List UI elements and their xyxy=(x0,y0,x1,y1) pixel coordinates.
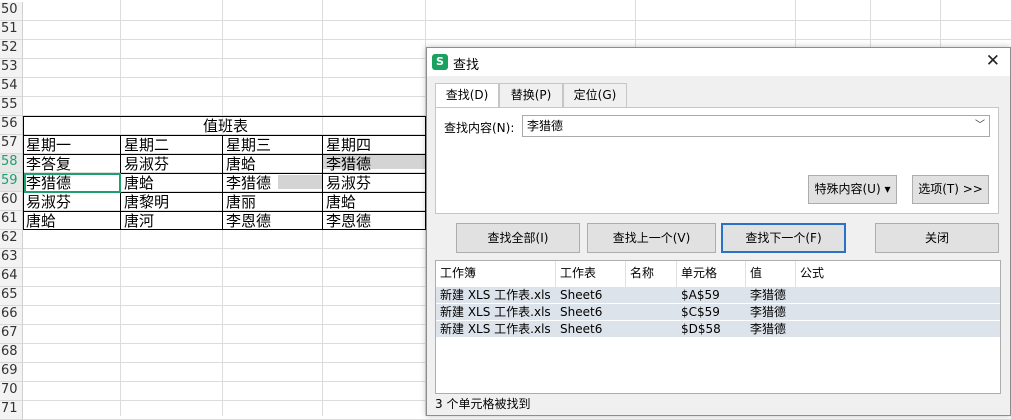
table-cell[interactable]: 李答复 xyxy=(23,155,71,173)
result-sheet: Sheet6 xyxy=(560,305,603,319)
tab-replace[interactable]: 替换(P) xyxy=(499,83,563,107)
dialog-titlebar[interactable]: S 查找 ✕ xyxy=(427,48,1010,76)
row-header-55[interactable]: 55 xyxy=(0,97,23,116)
options-button[interactable]: 选项(T) >> xyxy=(912,175,989,204)
row-header-56[interactable]: 56 xyxy=(0,116,23,135)
row-header-53[interactable]: 53 xyxy=(0,59,23,78)
status-text: 3 个单元格被找到 xyxy=(435,397,531,411)
table-border xyxy=(23,135,426,136)
find-previous-button[interactable]: 查找上一个(V) xyxy=(587,223,716,253)
column-header-cell[interactable]: 单元格 xyxy=(677,261,746,287)
table-border xyxy=(23,154,426,155)
result-row[interactable]: 新建 XLS 工作表.xls Sheet6 $D$58 李猎德 xyxy=(436,321,1000,337)
header-cell[interactable]: 星期四 xyxy=(323,136,371,154)
row-header-68[interactable]: 68 xyxy=(0,344,23,363)
find-input-value: 李猎德 xyxy=(527,119,564,133)
column-header-name[interactable]: 名称 xyxy=(626,261,677,287)
header-cell[interactable]: 星期二 xyxy=(121,136,169,154)
table-cell[interactable]: 唐蛤 xyxy=(121,174,154,192)
row-header-66[interactable]: 66 xyxy=(0,306,23,325)
table-cell[interactable]: 李猎德 xyxy=(223,174,271,192)
result-value: 李猎德 xyxy=(750,305,787,319)
row-header-61[interactable]: 61 xyxy=(0,211,23,230)
result-workbook: 新建 XLS 工作表.xls xyxy=(440,322,551,336)
row-header-69[interactable]: 69 xyxy=(0,363,23,382)
find-next-button[interactable]: 查找下一个(F) xyxy=(721,223,846,253)
row-header-67[interactable]: 67 xyxy=(0,325,23,344)
table-cell[interactable]: 唐蛤 xyxy=(323,193,356,211)
result-cell: $A$59 xyxy=(681,288,720,302)
row-header-52[interactable]: 52 xyxy=(0,40,23,59)
special-content-button[interactable]: 特殊内容(U) ▾ xyxy=(808,175,897,204)
result-row[interactable]: 新建 XLS 工作表.xls Sheet6 $A$59 李猎德 xyxy=(436,287,1000,303)
table-cell[interactable]: 李猎德 xyxy=(323,155,371,173)
table-cell[interactable]: 易淑芬 xyxy=(323,174,371,192)
row-line xyxy=(23,20,1011,21)
row-header-63[interactable]: 63 xyxy=(0,249,23,268)
result-sheet: Sheet6 xyxy=(560,322,603,336)
table-border xyxy=(23,229,426,230)
find-input[interactable]: 李猎德 ﹀ xyxy=(522,115,990,137)
results-list[interactable]: 工作簿 工作表 名称 单元格 值 公式 新建 XLS 工作表.xls Sheet… xyxy=(435,260,1001,394)
find-all-button[interactable]: 查找全部(I) xyxy=(456,223,580,253)
row-header-62[interactable]: 62 xyxy=(0,230,23,249)
app-icon: S xyxy=(432,54,448,70)
table-cell[interactable]: 李恩德 xyxy=(323,212,371,230)
table-cell[interactable]: 唐蛤 xyxy=(23,212,56,230)
table-border xyxy=(23,116,426,117)
header-cell[interactable]: 星期三 xyxy=(223,136,271,154)
find-label: 查找内容(N): xyxy=(444,121,515,135)
table-cell[interactable]: 唐蛤 xyxy=(223,155,256,173)
table-cell[interactable]: 唐河 xyxy=(121,212,154,230)
table-cell[interactable]: 李恩德 xyxy=(223,212,271,230)
table-cell[interactable]: 唐丽 xyxy=(223,193,256,211)
table-border xyxy=(23,211,426,212)
chevron-down-icon[interactable]: ﹀ xyxy=(975,116,985,136)
table-cell[interactable]: 唐黎明 xyxy=(121,193,169,211)
tab-goto[interactable]: 定位(G) xyxy=(563,83,627,107)
row-header-60[interactable]: 60 xyxy=(0,192,23,211)
result-cell: $C$59 xyxy=(681,305,720,319)
header-cell[interactable]: 星期一 xyxy=(23,136,71,154)
row-header-59[interactable]: 59 xyxy=(0,173,23,192)
dialog-title: 查找 xyxy=(453,58,480,73)
row-header-50[interactable]: 50 xyxy=(0,2,23,21)
column-header-sheet[interactable]: 工作表 xyxy=(556,261,626,287)
close-icon[interactable]: ✕ xyxy=(986,51,1000,71)
table-cell[interactable]: 易淑芬 xyxy=(121,155,169,173)
result-workbook: 新建 XLS 工作表.xls xyxy=(440,305,551,319)
table-border xyxy=(222,135,223,230)
active-cell-cursor xyxy=(24,173,121,193)
column-header-formula[interactable]: 公式 xyxy=(796,261,1000,287)
column-header-workbook[interactable]: 工作簿 xyxy=(436,261,556,287)
row-header-54[interactable]: 54 xyxy=(0,78,23,97)
column-header-value[interactable]: 值 xyxy=(746,261,796,287)
find-dialog: S 查找 ✕ 查找(D) 替换(P) 定位(G) 查找内容(N): 李猎德 ﹀ … xyxy=(426,47,1011,416)
result-cell: $D$58 xyxy=(681,322,721,336)
row-header-70[interactable]: 70 xyxy=(0,382,23,401)
result-row[interactable]: 新建 XLS 工作表.xls Sheet6 $C$59 李猎德 xyxy=(436,304,1000,320)
row-header-51[interactable]: 51 xyxy=(0,21,23,40)
table-title: 值班表 xyxy=(202,117,248,135)
row-line xyxy=(23,39,1011,40)
row-header-58[interactable]: 58 xyxy=(0,154,23,173)
row-header-65[interactable]: 65 xyxy=(0,287,23,306)
tab-find[interactable]: 查找(D) xyxy=(435,83,499,108)
result-sheet: Sheet6 xyxy=(560,288,603,302)
row-header-57[interactable]: 57 xyxy=(0,135,23,154)
result-value: 李猎德 xyxy=(750,322,787,336)
table-border xyxy=(322,135,323,230)
close-button[interactable]: 关闭 xyxy=(875,223,999,253)
result-value: 李猎德 xyxy=(750,288,787,302)
table-cell[interactable]: 易淑芬 xyxy=(23,193,71,211)
row-header-71[interactable]: 71 xyxy=(0,401,23,420)
row-header-64[interactable]: 64 xyxy=(0,268,23,287)
found-cell-highlight xyxy=(278,175,322,189)
result-workbook: 新建 XLS 工作表.xls xyxy=(440,288,551,302)
